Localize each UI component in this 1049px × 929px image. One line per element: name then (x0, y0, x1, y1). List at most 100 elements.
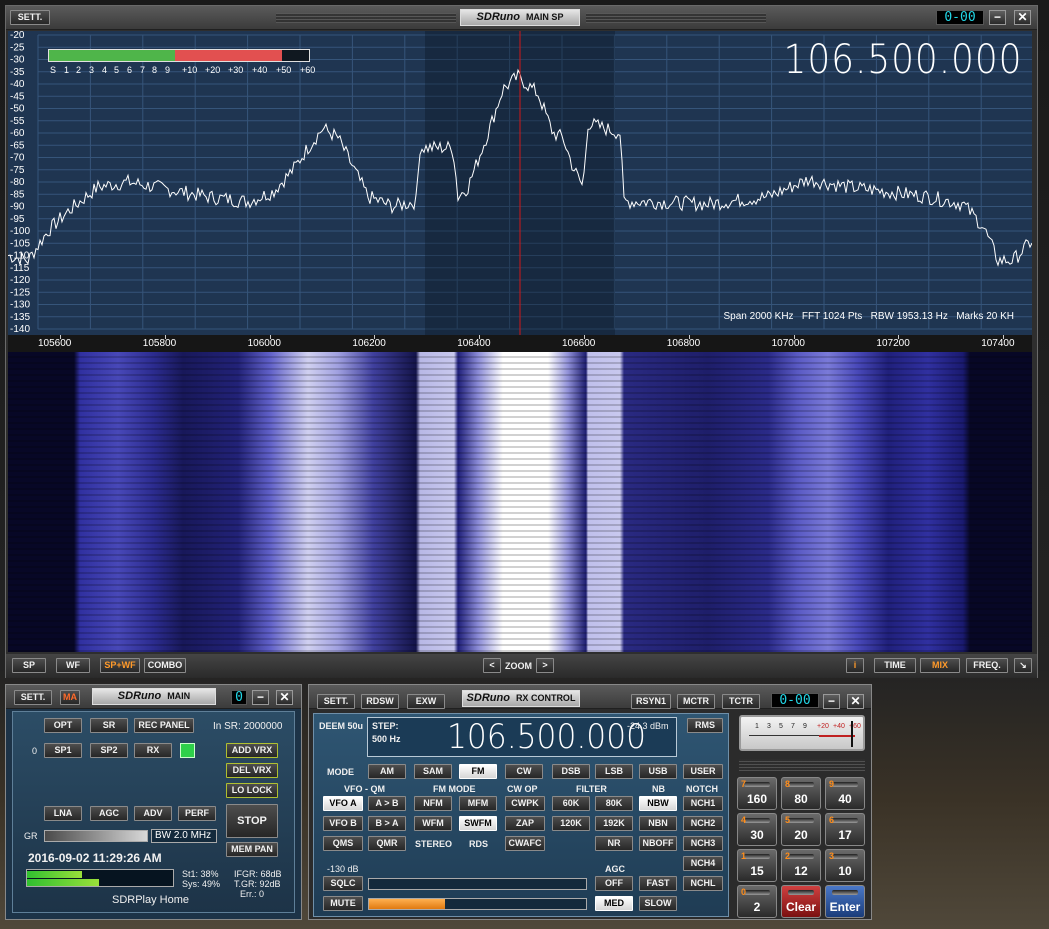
sr-button[interactable]: SR (90, 718, 128, 733)
adv-button[interactable]: ADV (134, 806, 172, 821)
gr-slider[interactable] (44, 830, 148, 842)
agc-button[interactable]: AGC (90, 806, 128, 821)
nbn-button[interactable]: NBN (639, 816, 677, 831)
add-vrx-button[interactable]: ADD VRX (226, 743, 278, 758)
zoom-left-button[interactable]: < (483, 658, 501, 673)
exw-button[interactable]: EXW (407, 694, 445, 709)
nchl-button[interactable]: NCHL (683, 876, 723, 891)
opt-button[interactable]: OPT (44, 718, 82, 733)
wf-button[interactable]: WF (56, 658, 90, 673)
filter-80k-button[interactable]: 80K (595, 796, 633, 811)
filter-192k-button[interactable]: 192K (595, 816, 633, 831)
rsyn1-button[interactable]: RSYN1 (631, 694, 671, 709)
freq-button[interactable]: FREQ. (966, 658, 1008, 673)
minimize-button[interactable]: − (823, 694, 840, 709)
close-button[interactable]: ✕ (1014, 10, 1031, 25)
close-button[interactable]: ✕ (276, 690, 293, 705)
agc-fast-button[interactable]: FAST (639, 876, 677, 891)
keypad-7-button[interactable]: 7 160 (737, 777, 777, 810)
rec-panel-button[interactable]: REC PANEL (134, 718, 194, 733)
volume-slider[interactable] (368, 898, 587, 910)
swfm-button[interactable]: SWFM (459, 816, 497, 831)
tctr-button[interactable]: TCTR (722, 694, 760, 709)
mode-fm-button[interactable]: FM (459, 764, 497, 779)
keypad-4-button[interactable]: 4 30 (737, 813, 777, 846)
resize-icon[interactable]: ↘ (1014, 658, 1032, 673)
close-button[interactable]: ✕ (847, 694, 864, 709)
agc-med-button[interactable]: MED (595, 896, 633, 911)
mem-pan-button[interactable]: MEM PAN (226, 842, 278, 857)
waterfall-panel[interactable] (8, 352, 1032, 652)
filter-60k-button[interactable]: 60K (552, 796, 590, 811)
time-button[interactable]: TIME (874, 658, 916, 673)
vfo-a-button[interactable]: VFO A (323, 796, 363, 811)
vfo-b-button[interactable]: VFO B (323, 816, 363, 831)
wfm-button[interactable]: WFM (414, 816, 452, 831)
keypad-6-button[interactable]: 6 17 (825, 813, 865, 846)
rx-button[interactable]: RX (134, 743, 172, 758)
zoom-right-button[interactable]: > (536, 658, 554, 673)
nbw-button[interactable]: NBW (639, 796, 677, 811)
mode-am-button[interactable]: AM (368, 764, 406, 779)
mode-dsb-button[interactable]: DSB (552, 764, 590, 779)
mode-cw-button[interactable]: CW (505, 764, 543, 779)
spectrum-panel[interactable]: -20 -25 -30 -35 -40 -45 -50 -55 -60 -65 -70 -75 -80-… (8, 31, 1032, 351)
sp-wf-button[interactable]: SP+WF (100, 658, 140, 673)
qmr-button[interactable]: QMR (368, 836, 406, 851)
keypad-2-button[interactable]: 2 12 (781, 849, 821, 882)
keypad-5-button[interactable]: 5 20 (781, 813, 821, 846)
sp2-button[interactable]: SP2 (90, 743, 128, 758)
stop-button[interactable]: STOP (226, 804, 278, 838)
nfm-button[interactable]: NFM (414, 796, 452, 811)
rdsw-button[interactable]: RDSW (361, 694, 399, 709)
nboff-button[interactable]: NBOFF (639, 836, 677, 851)
mode-sam-button[interactable]: SAM (414, 764, 452, 779)
nch3-button[interactable]: NCH3 (683, 836, 723, 851)
ma-button[interactable]: MA (60, 690, 80, 705)
b-to-a-button[interactable]: B > A (368, 816, 406, 831)
del-vrx-button[interactable]: DEL VRX (226, 763, 278, 778)
sett-button[interactable]: SETT. (10, 10, 50, 25)
mute-button[interactable]: MUTE (323, 896, 363, 911)
mctr-button[interactable]: MCTR (677, 694, 715, 709)
a-to-b-button[interactable]: A > B (368, 796, 406, 811)
keypad-8-button[interactable]: 8 80 (781, 777, 821, 810)
sqlc-button[interactable]: SQLC (323, 876, 363, 891)
minimize-button[interactable]: − (989, 10, 1006, 25)
mode-usb-button[interactable]: USB (639, 764, 677, 779)
info-button[interactable]: i (846, 658, 864, 673)
sett-button[interactable]: SETT. (317, 694, 355, 709)
perf-button[interactable]: PERF (178, 806, 216, 821)
filter-120k-button[interactable]: 120K (552, 816, 590, 831)
lna-button[interactable]: LNA (44, 806, 82, 821)
zap-button[interactable]: ZAP (505, 816, 545, 831)
keypad-0-button[interactable]: 02 (737, 885, 777, 918)
keypad-enter-button[interactable]: Enter (825, 885, 865, 918)
nch2-button[interactable]: NCH2 (683, 816, 723, 831)
mfm-button[interactable]: MFM (459, 796, 497, 811)
sett-button[interactable]: SETT. (14, 690, 52, 705)
rms-button[interactable]: RMS (687, 718, 723, 733)
agc-off-button[interactable]: OFF (595, 876, 633, 891)
sdrplay-home-link[interactable]: SDRPlay Home (112, 894, 189, 906)
nch4-button[interactable]: NCH4 (683, 856, 723, 871)
keypad-1-button[interactable]: 1 15 (737, 849, 777, 882)
mode-lsb-button[interactable]: LSB (595, 764, 633, 779)
keypad-clear-button[interactable]: Clear (781, 885, 821, 918)
keypad-3-button[interactable]: 3 10 (825, 849, 865, 882)
cwafc-button[interactable]: CWAFC (505, 836, 545, 851)
sp-button[interactable]: SP (12, 658, 46, 673)
qms-button[interactable]: QMS (323, 836, 363, 851)
user-button[interactable]: USER (683, 764, 723, 779)
bw-field[interactable]: BW 2.0 MHz (151, 829, 217, 843)
nch1-button[interactable]: NCH1 (683, 796, 723, 811)
combo-button[interactable]: COMBO (144, 658, 186, 673)
minimize-button[interactable]: − (252, 690, 269, 705)
mix-button[interactable]: MIX (920, 658, 960, 673)
squelch-slider[interactable] (368, 878, 587, 890)
keypad-9-button[interactable]: 9 40 (825, 777, 865, 810)
lo-lock-button[interactable]: LO LOCK (226, 783, 278, 798)
nr-button[interactable]: NR (595, 836, 633, 851)
agc-slow-button[interactable]: SLOW (639, 896, 677, 911)
cwpk-button[interactable]: CWPK (505, 796, 545, 811)
